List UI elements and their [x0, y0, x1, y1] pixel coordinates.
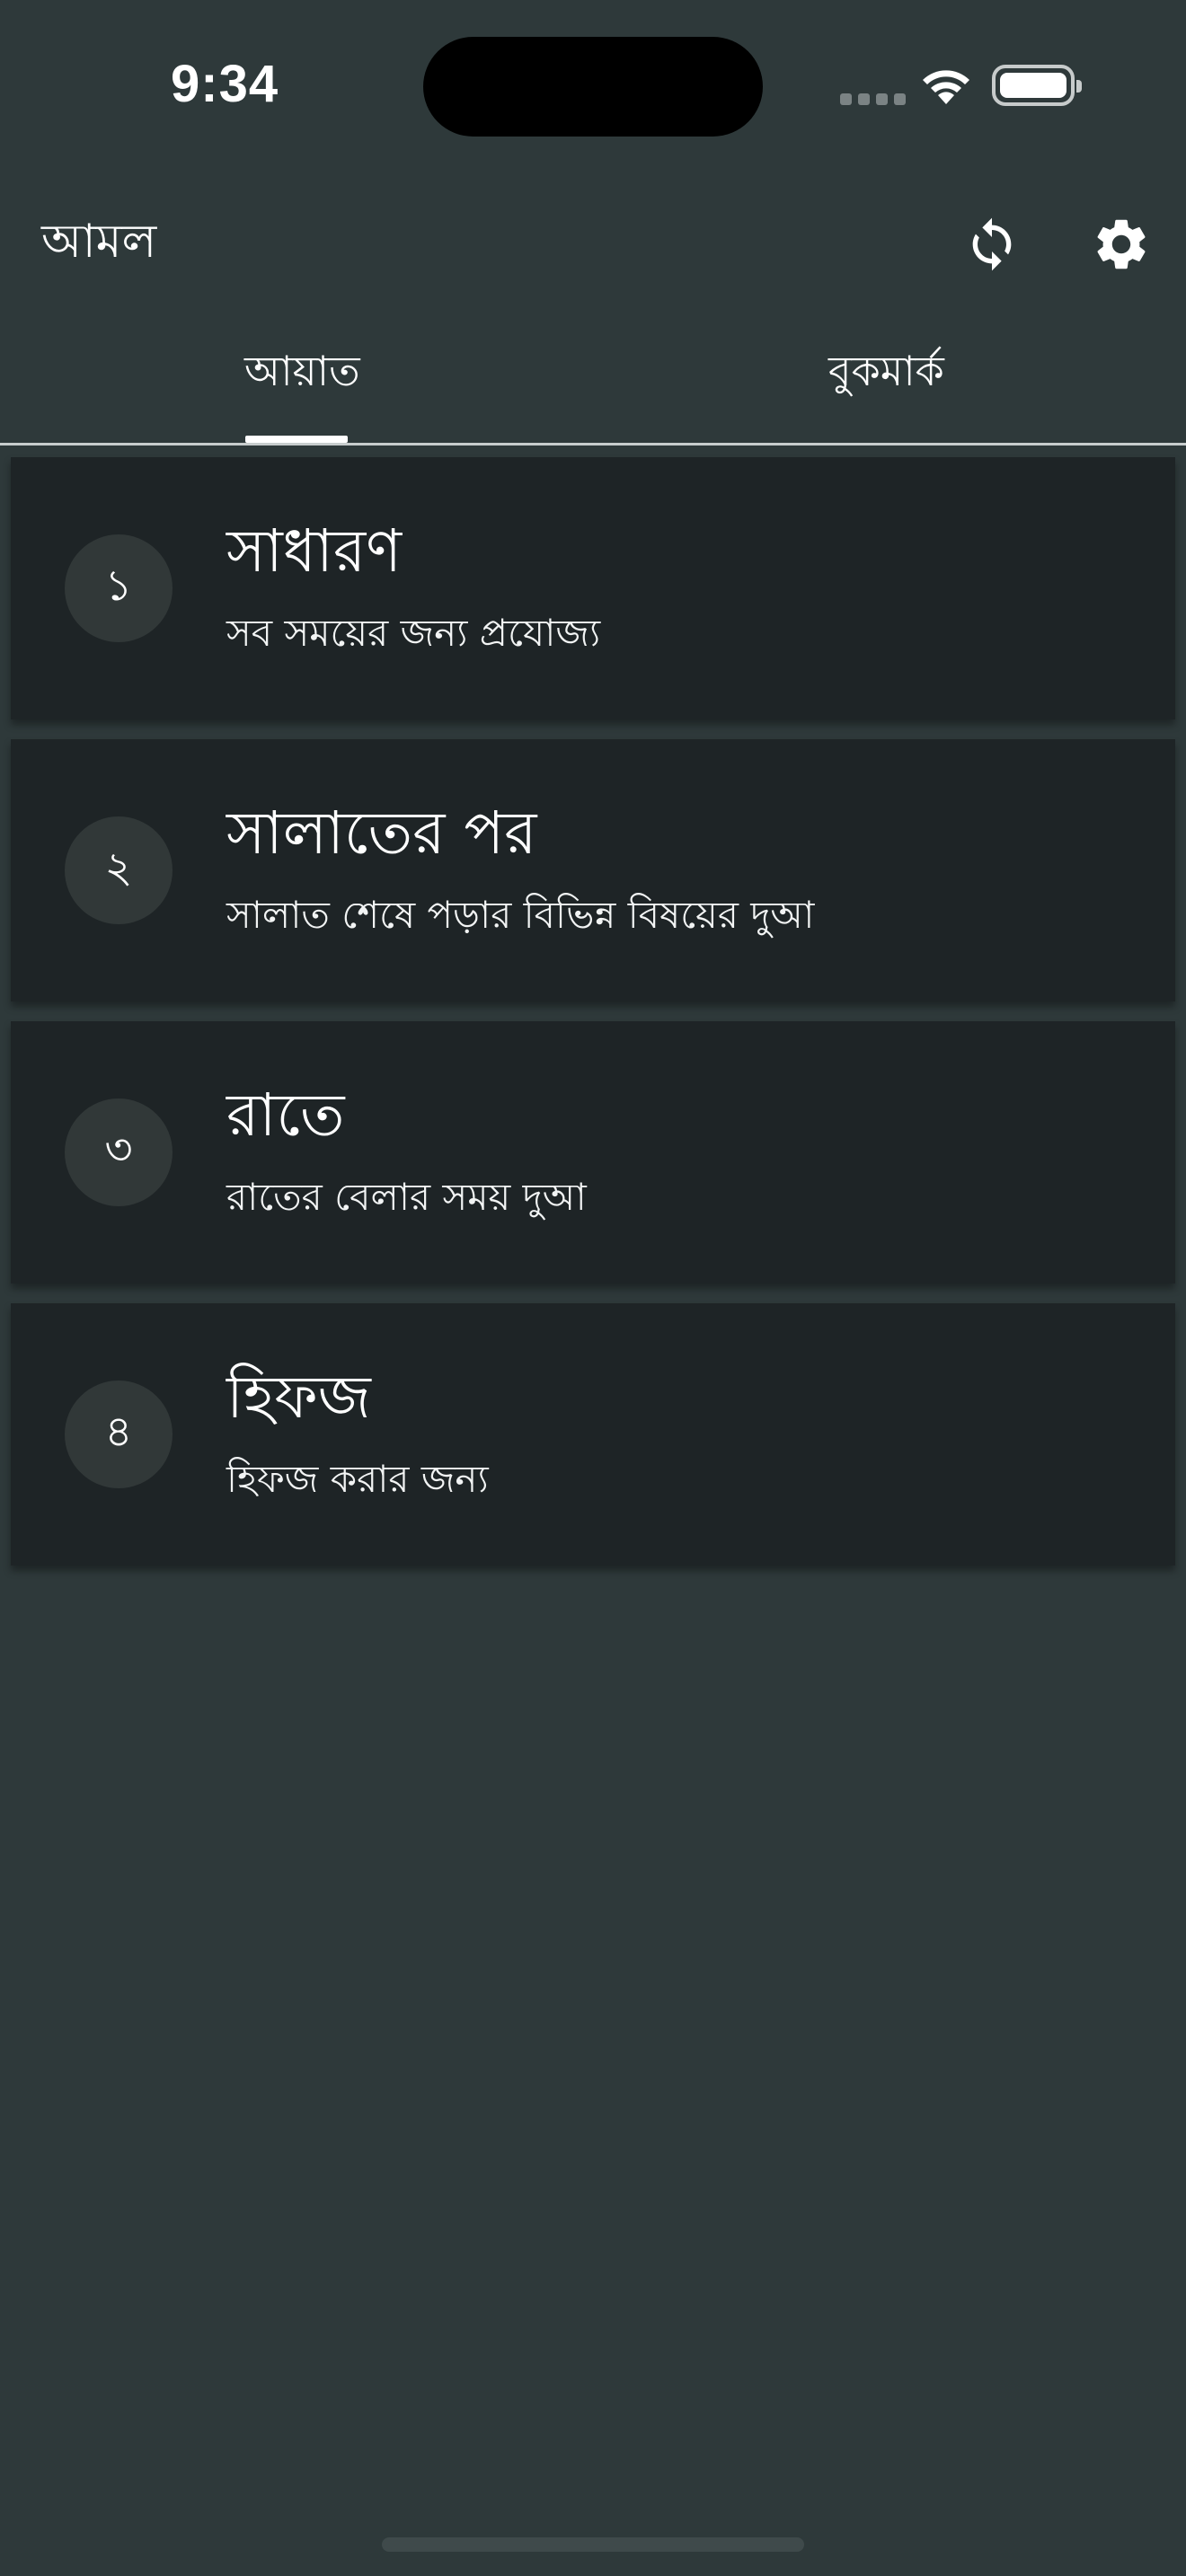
gear-icon — [1097, 219, 1146, 269]
category-card-after-salat[interactable]: ২ সালাতের পর সালাত শেষে পড়ার বিভিন্ন বি… — [11, 739, 1175, 1001]
tab-label: আয়াত — [244, 347, 360, 395]
tab-bookmark[interactable]: বুকমার্ক — [593, 314, 1186, 443]
category-number-badge: ৪ — [65, 1381, 173, 1488]
category-subtitle: সালাত শেষে পড়ার বিভিন্ন বিষয়ের দুআ — [226, 893, 815, 937]
category-title: সালাতের পর — [226, 798, 537, 868]
sync-button[interactable] — [947, 199, 1037, 289]
settings-button[interactable] — [1076, 199, 1166, 289]
category-list: ১ সাধারণ সব সময়ের জন্য প্রযোজ্য ২ সালাত… — [11, 457, 1175, 1585]
category-subtitle: রাতের বেলার সময় দুআ — [226, 1175, 587, 1219]
category-number-badge: ১ — [65, 534, 173, 642]
status-time: 9:34 — [171, 55, 279, 113]
tab-bar: আয়াত বুকমার্ক — [0, 314, 1186, 446]
category-title: হিফজ — [226, 1363, 371, 1432]
category-title: সাধারণ — [226, 516, 403, 586]
home-indicator[interactable] — [382, 2537, 804, 2552]
status-bar: 9:34 — [0, 0, 1186, 171]
app-bar: আমল — [0, 171, 1186, 314]
category-subtitle: হিফজ করার জন্য — [226, 1457, 489, 1501]
tab-selected-indicator — [245, 436, 348, 443]
tab-ayat[interactable]: আয়াত — [0, 314, 593, 443]
category-card-night[interactable]: ৩ রাতে রাতের বেলার সময় দুআ — [11, 1021, 1175, 1284]
battery-icon — [992, 65, 1082, 106]
dynamic-island — [423, 37, 763, 137]
category-subtitle: সব সময়ের জন্য প্রযোজ্য — [226, 611, 601, 655]
category-number-badge: ২ — [65, 816, 173, 924]
cellular-signal-icon — [840, 93, 906, 105]
tab-label: বুকমার্ক — [828, 347, 944, 395]
sync-icon — [972, 217, 1012, 271]
category-card-general[interactable]: ১ সাধারণ সব সময়ের জন্য প্রযোজ্য — [11, 457, 1175, 719]
app-title: আমল — [41, 215, 157, 269]
category-number-badge: ৩ — [65, 1098, 173, 1206]
category-title: রাতে — [226, 1081, 345, 1150]
wifi-icon — [923, 70, 969, 104]
category-card-hifz[interactable]: ৪ হিফজ হিফজ করার জন্য — [11, 1303, 1175, 1566]
